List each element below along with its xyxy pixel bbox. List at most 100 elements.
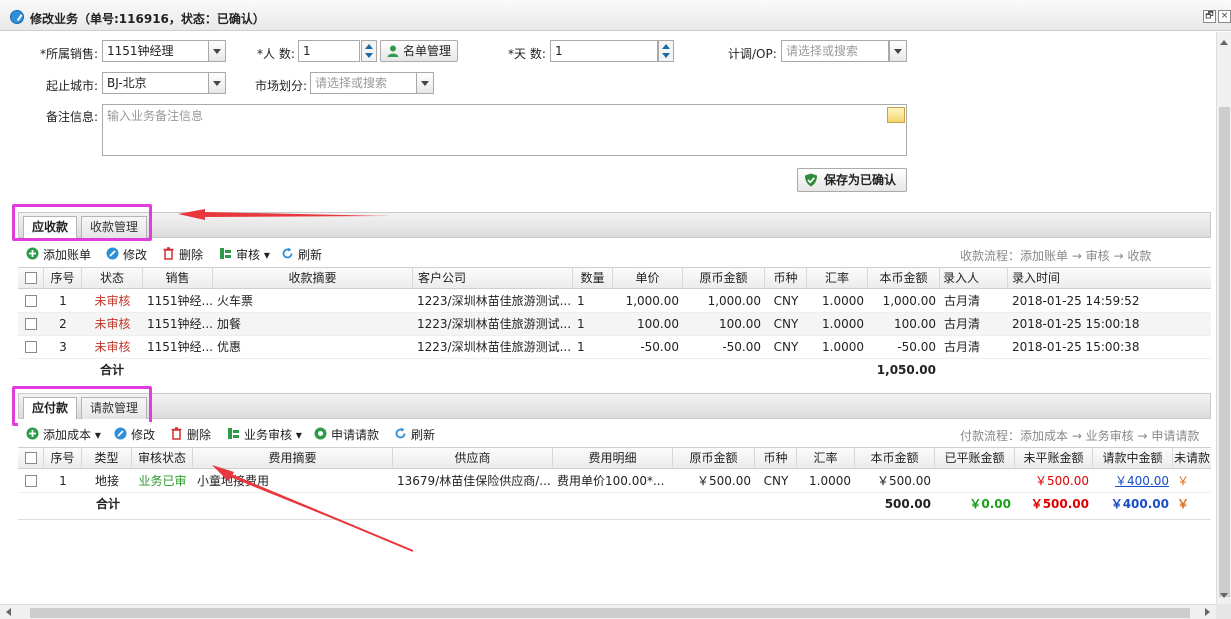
op-label: 计调/OP: (728, 47, 777, 61)
people-input[interactable]: 1 (298, 40, 360, 62)
col-header[interactable]: 币种 (755, 448, 797, 469)
col-header[interactable]: 原币金额 (683, 268, 765, 289)
col-header[interactable]: 客户公司 (413, 268, 573, 289)
vertical-scrollbar[interactable] (1216, 32, 1231, 604)
row-checkbox[interactable] (25, 341, 37, 353)
table-row[interactable]: 3 未审核 1151钟经... 优惠 1223/深圳林苗佳旅游测试... 1 -… (18, 336, 1211, 359)
city-select[interactable]: BJ-北京 (102, 72, 210, 94)
table-row[interactable]: 1 地接 业务已审 小童地接费用 13679/林苗佳保险供应商/... 费用单价… (18, 470, 1211, 493)
col-header[interactable]: 类型 (82, 448, 132, 469)
row-time: 2018-01-25 15:00:18 (1012, 317, 1140, 331)
col-header[interactable]: 汇率 (807, 268, 868, 289)
row-unrequested-amount: ￥ (1177, 474, 1190, 488)
audit-icon (220, 248, 231, 259)
col-header[interactable]: 序号 (44, 268, 82, 289)
audit-dropdown-button[interactable]: 审核 ▾ (219, 246, 270, 263)
total-row: 合计 1,050.00 (18, 359, 1211, 382)
highlight-box (12, 204, 152, 241)
confirm-button[interactable]: 保存为已确认 (797, 168, 908, 192)
row-requesting-amount-link[interactable]: ￥400.00 (1093, 470, 1173, 493)
remark-textarea[interactable]: 输入业务备注信息 (102, 104, 907, 156)
col-header[interactable]: 供应商 (393, 448, 553, 469)
days-input[interactable]: 1 (550, 40, 658, 62)
horizontal-scrollbar[interactable] (0, 604, 1216, 619)
remark-label: 备注信息: (46, 110, 99, 124)
namelist-button[interactable]: 名单管理 (380, 40, 459, 62)
col-header[interactable]: 原币金额 (673, 448, 755, 469)
days-stepper[interactable] (658, 40, 674, 62)
row-price: 1,000.00 (625, 294, 679, 308)
col-header[interactable]: 数量 (573, 268, 613, 289)
row-no: 1 (59, 474, 67, 488)
row-local-amount: 1,000.00 (882, 294, 936, 308)
col-header[interactable]: 币种 (765, 268, 807, 289)
audit-icon (228, 428, 239, 439)
table-row[interactable]: 2 未审核 1151钟经... 加餐 1223/深圳林苗佳旅游测试... 1 1… (18, 313, 1211, 336)
people-label: *人 数: (257, 47, 295, 61)
sales-dropdown-arrow[interactable] (208, 40, 226, 62)
note-icon[interactable] (887, 107, 905, 123)
col-header[interactable]: 未请款 (1173, 448, 1211, 469)
row-currency: CNY (763, 474, 789, 488)
table-row[interactable]: 1 未审核 1151钟经... 火车票 1223/深圳林苗佳旅游测试... 1 … (18, 290, 1211, 313)
row-rate: 1.0000 (822, 340, 864, 354)
delete-button[interactable]: 删除 (162, 246, 203, 263)
edit-button[interactable]: 修改 (114, 426, 155, 443)
payment-flow-hint: 付款流程：添加成本 → 业务审核 → 申请请款 (960, 429, 1200, 443)
close-button[interactable]: × (1218, 10, 1231, 23)
refresh-icon (395, 427, 406, 439)
total-requesting-amount: ￥400.00 (1110, 497, 1169, 511)
col-header[interactable]: 销售 (143, 268, 213, 289)
col-header[interactable]: 已平账金额 (935, 448, 1015, 469)
col-header[interactable]: 录入人 (940, 268, 1008, 289)
row-supplier: 13679/林苗佳保险供应商/... (397, 474, 551, 488)
delete-label: 删除 (187, 428, 212, 442)
row-summary: 优惠 (217, 340, 242, 354)
people-stepper[interactable] (361, 40, 377, 62)
delete-button[interactable]: 删除 (170, 426, 211, 443)
request-payment-button[interactable]: 申请请款 (314, 426, 379, 443)
city-dropdown-arrow[interactable] (208, 72, 226, 94)
col-header[interactable]: 审核状态 (132, 448, 193, 469)
payable-toolbar: 添加成本 ▾ 修改 删除 业务审核 ▾ 申请请款 刷新 付款流程：添加成本 → … (18, 422, 1211, 446)
add-cost-button[interactable]: 添加成本 ▾ (26, 426, 101, 443)
col-header[interactable]: 状态 (82, 268, 143, 289)
refresh-button[interactable]: 刷新 (394, 426, 435, 443)
row-no: 2 (59, 317, 67, 331)
col-header[interactable]: 收款摘要 (213, 268, 413, 289)
col-header[interactable]: 请款中金额 (1093, 448, 1173, 469)
select-all-checkbox[interactable] (25, 452, 37, 464)
sales-select[interactable]: 1151钟经理 (102, 40, 210, 62)
business-audit-dropdown-button[interactable]: 业务审核 ▾ (227, 426, 302, 443)
row-checkbox[interactable] (25, 295, 37, 307)
total-row: 合计 500.00 ￥0.00 ￥500.00 ￥400.00 ￥ (18, 493, 1211, 516)
col-header[interactable]: 汇率 (797, 448, 855, 469)
total-label: 合计 (100, 363, 125, 377)
restore-button[interactable]: 🗗 (1203, 10, 1216, 23)
col-header[interactable]: 本币金额 (855, 448, 935, 469)
select-all-cell[interactable] (18, 448, 44, 469)
col-header[interactable]: 单价 (613, 268, 683, 289)
col-header[interactable]: 本币金额 (868, 268, 940, 289)
op-dropdown-arrow[interactable] (889, 40, 907, 62)
total-label: 合计 (96, 497, 121, 511)
add-bill-button[interactable]: 添加账单 (26, 246, 91, 263)
row-checkbox[interactable] (25, 475, 37, 487)
row-checkbox[interactable] (25, 318, 37, 330)
empty-area (18, 519, 1211, 604)
edit-button[interactable]: 修改 (106, 246, 147, 263)
op-select[interactable]: 请选择或搜索 (781, 40, 889, 62)
col-header[interactable]: 费用明细 (553, 448, 673, 469)
col-header[interactable]: 录入时间 (1008, 268, 1211, 289)
edit-label: 修改 (131, 428, 156, 442)
row-status: 未审核 (94, 317, 131, 331)
col-header[interactable]: 费用摘要 (193, 448, 393, 469)
market-dropdown-arrow[interactable] (416, 72, 434, 94)
select-all-cell[interactable] (18, 268, 44, 289)
col-header[interactable]: 序号 (44, 448, 82, 469)
row-qty: 1 (577, 294, 585, 308)
col-header[interactable]: 未平账金额 (1015, 448, 1093, 469)
refresh-button[interactable]: 刷新 (281, 246, 322, 263)
select-all-checkbox[interactable] (25, 272, 37, 284)
market-select[interactable]: 请选择或搜索 (310, 72, 418, 94)
